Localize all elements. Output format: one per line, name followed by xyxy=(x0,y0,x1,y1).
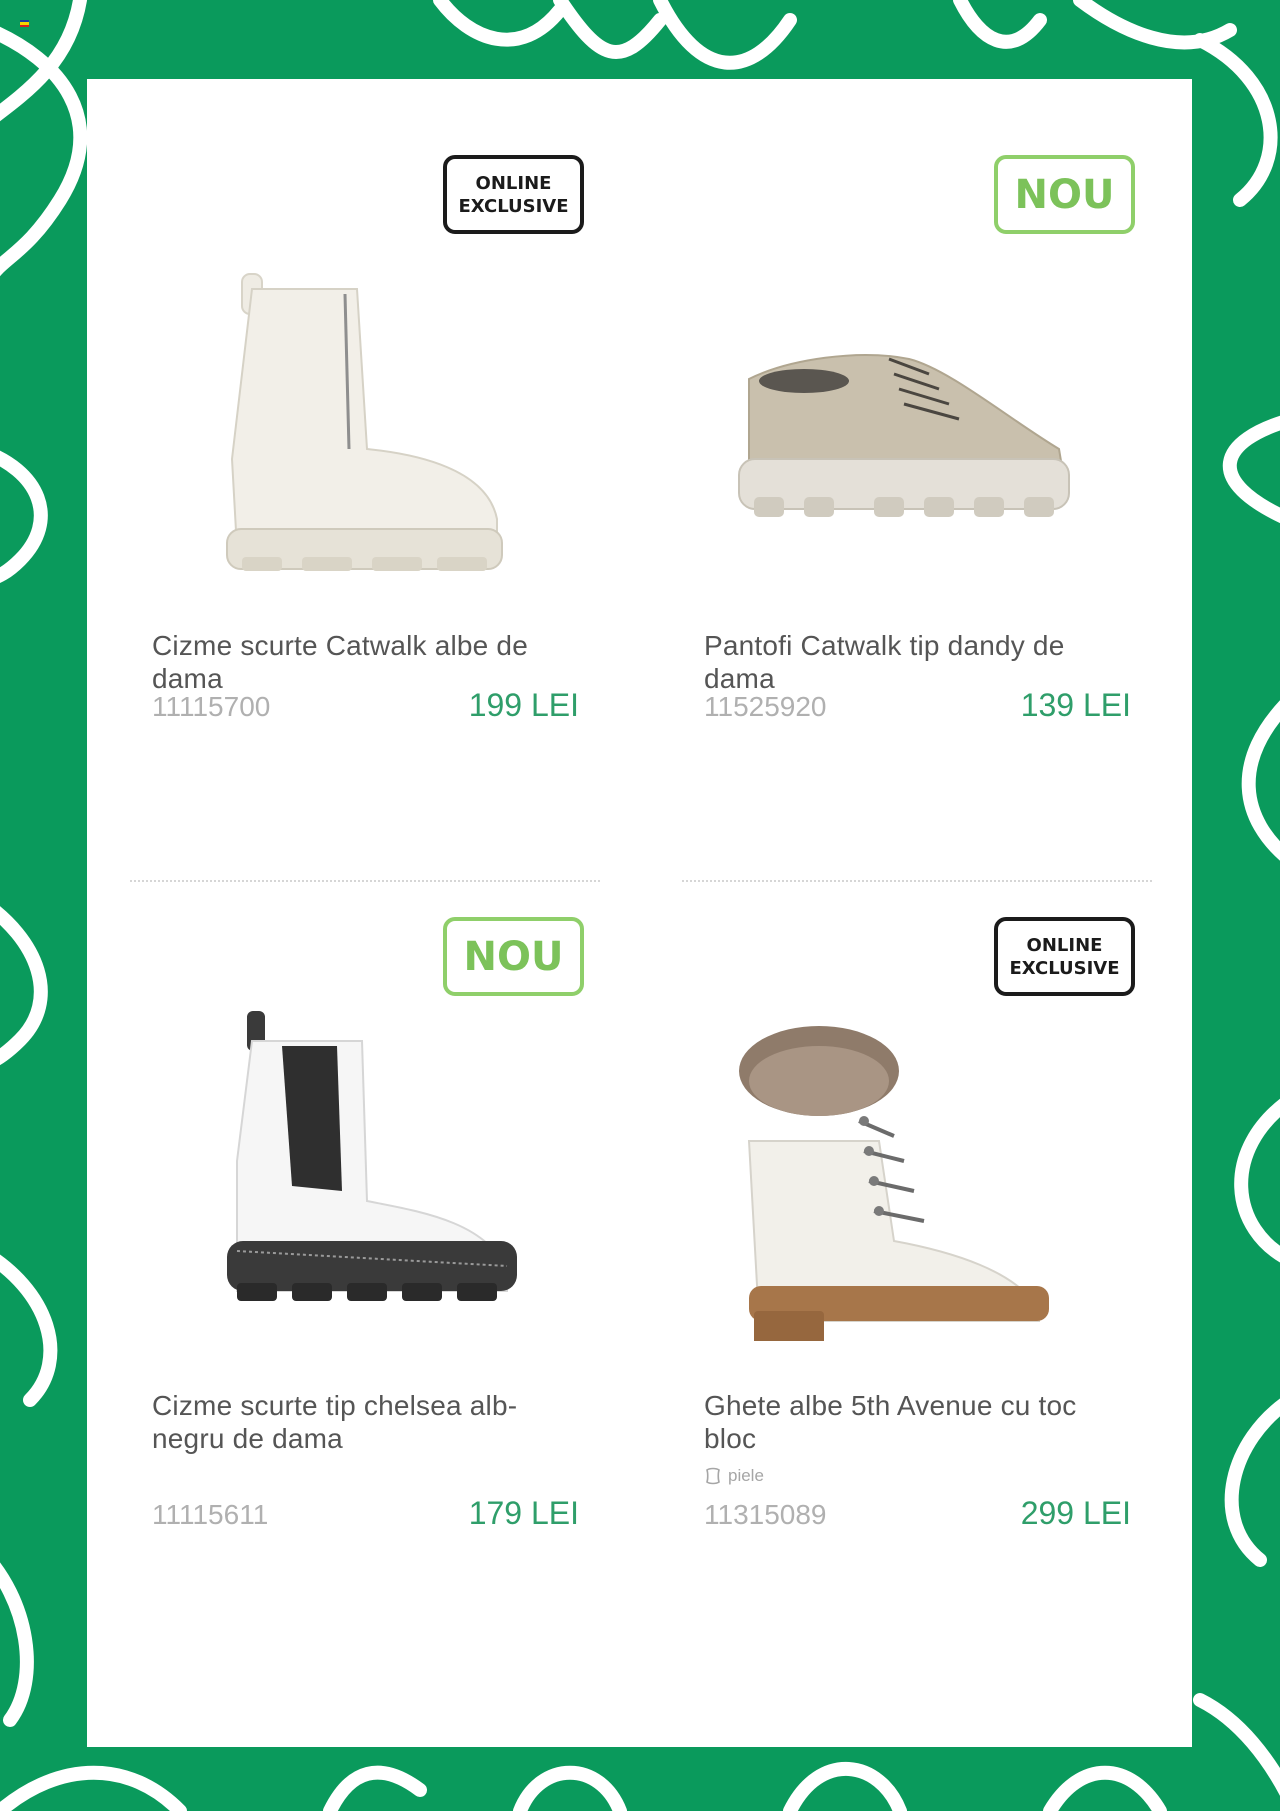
product-code: 11315089 xyxy=(704,1499,827,1530)
product-image xyxy=(739,1026,1049,1341)
flag-icon xyxy=(20,20,29,27)
divider xyxy=(682,880,1152,882)
catalog-panel: ONLINE EXCLUSIVE Cizme scurte Catwalk al… xyxy=(87,79,1192,1747)
product-price: 199 LEI xyxy=(468,687,579,723)
product-card[interactable]: ONLINE EXCLUSIVE piele Ghete albe 5th Av… xyxy=(679,901,1149,1601)
product-image xyxy=(227,1011,517,1301)
material-label: piele xyxy=(704,1466,764,1486)
new-badge: NOU xyxy=(994,155,1135,234)
product-image xyxy=(226,273,503,571)
divider xyxy=(130,880,600,882)
product-image xyxy=(738,354,1070,517)
product-price: 179 LEI xyxy=(468,1495,579,1531)
online-exclusive-badge: ONLINE EXCLUSIVE xyxy=(994,917,1135,996)
product-code: 11525920 xyxy=(704,691,827,722)
product-code: 11115700 xyxy=(152,691,271,722)
product-name: Pantofi Catwalk tip dandy de dama xyxy=(704,630,1065,694)
new-badge: NOU xyxy=(443,917,584,996)
online-exclusive-badge: ONLINE EXCLUSIVE xyxy=(443,155,584,234)
product-card[interactable]: ONLINE EXCLUSIVE Cizme scurte Catwalk al… xyxy=(127,139,597,839)
product-code: 11115611 xyxy=(152,1499,269,1530)
product-name: Ghete albe 5th Avenue cu toc bloc xyxy=(704,1390,1077,1454)
product-name: Cizme scurte Catwalk albe de dama xyxy=(152,630,528,694)
leather-icon xyxy=(706,1467,720,1485)
product-price: 299 LEI xyxy=(1020,1495,1131,1531)
product-card[interactable]: NOU Cizme scurte tip chelsea alb-negru d… xyxy=(127,901,597,1601)
product-price: 139 LEI xyxy=(1020,687,1131,723)
product-card[interactable]: NOU Pantofi Catwalk tip dandy de dama 11… xyxy=(679,139,1149,839)
product-name: Cizme scurte tip chelsea alb-negru de da… xyxy=(152,1390,518,1454)
